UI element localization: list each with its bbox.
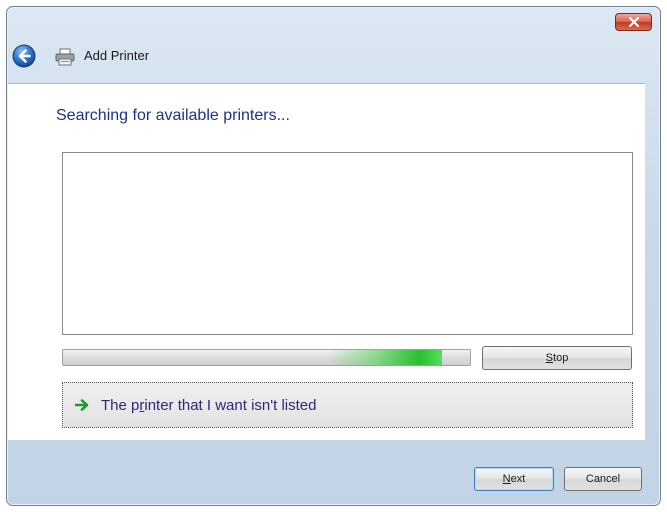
stop-label-post: top [553, 352, 569, 364]
link-label-pre: The p [101, 396, 140, 414]
back-arrow-icon [12, 44, 36, 68]
next-button[interactable]: Next [474, 467, 554, 491]
progress-glow [327, 350, 442, 365]
back-button[interactable] [12, 44, 36, 68]
close-icon [628, 17, 639, 27]
next-label-post: ext [510, 473, 526, 485]
printer-not-listed-link[interactable]: The printer that I want isn't listed [62, 382, 633, 428]
close-button[interactable] [615, 13, 652, 31]
printer-list[interactable] [62, 152, 633, 335]
printer-not-listed-label: The printer that I want isn't listed [101, 397, 316, 414]
stop-button[interactable]: Stop [482, 346, 632, 370]
cancel-button[interactable]: Cancel [564, 467, 642, 491]
link-label-post: inter that I want isn't listed [144, 396, 317, 414]
window-title: Add Printer [84, 48, 150, 63]
printer-icon [55, 48, 75, 66]
page-heading: Searching for available printers... [56, 107, 290, 124]
search-progress-bar [62, 349, 471, 366]
next-label-key: N [502, 473, 511, 485]
green-arrow-icon [75, 399, 89, 411]
stop-label-key: S [545, 352, 554, 364]
